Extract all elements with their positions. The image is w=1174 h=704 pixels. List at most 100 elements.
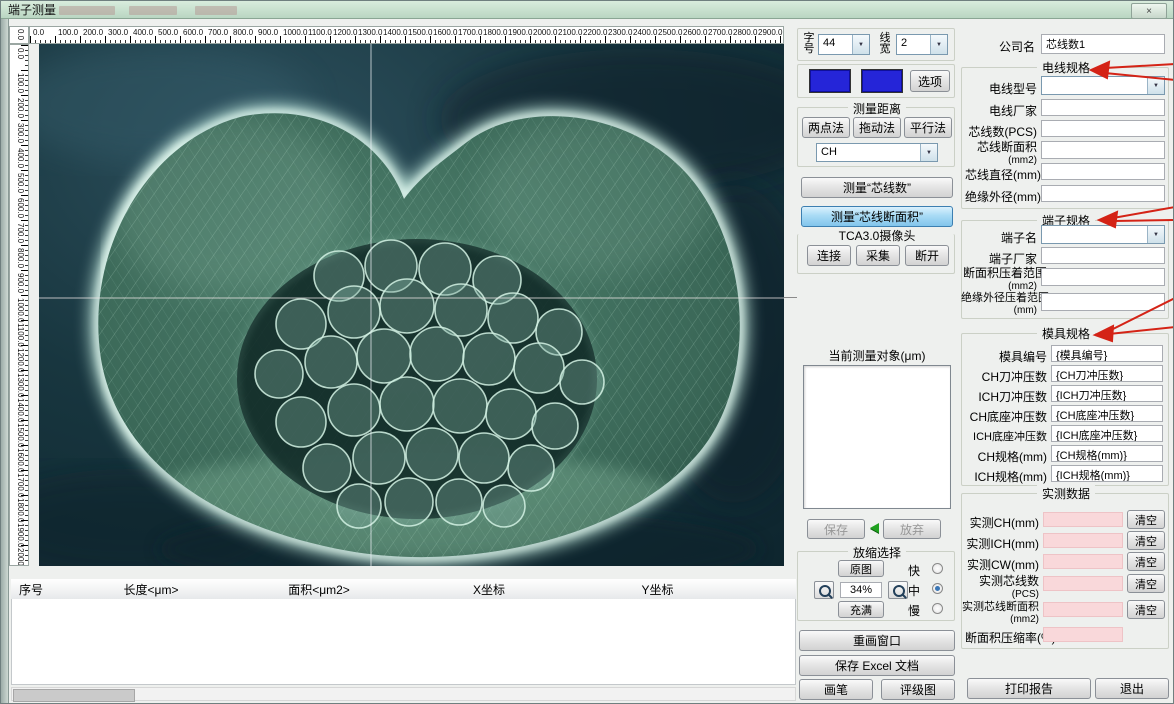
ich-blade-count-input[interactable]: {ICH刀冲压数}	[1051, 385, 1163, 402]
results-table-body[interactable]	[11, 599, 796, 685]
col-length[interactable]: 长度<μm>	[68, 579, 235, 600]
core-diameter-label: 芯线直径(mm)	[965, 168, 1041, 182]
core-count-input[interactable]	[1041, 120, 1165, 137]
left-ruler: 0.0100.0200.0300.0400.0500.0600.0700.080…	[9, 44, 29, 566]
terminal-maker-input[interactable]	[1041, 247, 1165, 264]
mold-spec-title: 模具规格	[1036, 325, 1096, 342]
clear-ich-button[interactable]: 清空	[1127, 531, 1165, 550]
camera-connect-button[interactable]: 连接	[807, 245, 851, 266]
color-swatch-1[interactable]	[809, 69, 851, 93]
titlebar-redacted	[195, 6, 237, 15]
zoom-group-title: 放缩选择	[847, 544, 907, 561]
core-diameter-input[interactable]	[1041, 163, 1165, 180]
window-frame-strip	[1, 19, 9, 703]
col-filler	[741, 579, 796, 600]
ch-blade-count-label: CH刀冲压数	[981, 370, 1047, 384]
measured-core-area-field[interactable]	[1043, 602, 1123, 617]
camera-disconnect-button[interactable]: 断开	[905, 245, 949, 266]
measure-core-area-button[interactable]: 测量“芯线断面积”	[801, 206, 953, 227]
options-button[interactable]: 选项	[910, 70, 950, 92]
measured-ch-field[interactable]	[1043, 512, 1123, 527]
measured-ch-label: 实测CH(mm)	[969, 516, 1039, 530]
clear-core-area-button[interactable]: 清空	[1127, 600, 1165, 619]
ch-spec-label: CH规格(mm)	[977, 450, 1047, 464]
measured-core-count-label: 实测芯线数 (PCS)	[978, 574, 1039, 600]
clear-ch-button[interactable]: 清空	[1127, 510, 1165, 529]
ich-base-count-input[interactable]: {ICH底座冲压数}	[1051, 425, 1163, 442]
zoom-group: 放缩选择 原图 34% 充满 快 中 慢	[797, 544, 955, 621]
two-point-method-button[interactable]: 两点法	[802, 117, 850, 138]
clear-cw-button[interactable]: 清空	[1127, 552, 1165, 571]
insulation-crimp-range-input[interactable]	[1041, 293, 1165, 311]
measured-ich-field[interactable]	[1043, 533, 1123, 548]
compression-ratio-field[interactable]	[1043, 627, 1123, 642]
crimp-area-range-input[interactable]	[1041, 268, 1165, 286]
zoom-out-button[interactable]	[888, 581, 908, 599]
close-icon: ×	[1146, 5, 1152, 17]
font-size-select[interactable]: 44 ▼	[818, 34, 870, 55]
redraw-window-button[interactable]: 重画窗口	[799, 630, 955, 651]
line-width-select[interactable]: 2 ▼	[896, 34, 948, 55]
wire-model-select[interactable]: ▼	[1041, 76, 1165, 95]
ch-blade-count-input[interactable]: {CH刀冲压数}	[1051, 365, 1163, 382]
terminal-name-label: 端子名	[1000, 231, 1037, 245]
measured-core-count-field[interactable]	[1043, 576, 1123, 591]
pen-button[interactable]: 画笔	[799, 679, 873, 700]
mold-number-label: 模具编号	[998, 350, 1047, 364]
camera-group: TCA3.0摄像头 连接 采集 断开	[797, 229, 955, 274]
ich-spec-label: ICH规格(mm)	[974, 470, 1047, 484]
col-area[interactable]: 面积<μm2>	[234, 579, 405, 600]
top-ruler: 0.0 100.0 200.0 300.0 400.0 500.0 600.0 700.0 80…	[29, 26, 784, 44]
close-button[interactable]: ×	[1131, 3, 1167, 19]
ch-base-count-label: CH底座冲压数	[969, 410, 1047, 424]
zoom-percent-value: 34%	[840, 582, 882, 598]
measured-data-title: 实测数据	[1036, 485, 1096, 502]
current-object-title: 当前测量对象(μm)	[828, 349, 926, 363]
mold-number-input[interactable]: {模具编号}	[1051, 345, 1163, 362]
rating-chart-button[interactable]: 评级图	[881, 679, 955, 700]
save-measure-button[interactable]: 保存	[807, 519, 865, 539]
save-excel-button[interactable]: 保存 Excel 文档	[799, 655, 955, 676]
terminal-measurement-window: 端子测量 × 0.0 0.0 100.0 200.0 300.0 400.0 500.0 6…	[0, 0, 1174, 704]
original-size-button[interactable]: 原图	[838, 560, 884, 577]
exit-button[interactable]: 退出	[1095, 678, 1169, 699]
chevron-down-icon: ▼	[1147, 226, 1164, 243]
fit-window-button[interactable]: 充满	[838, 601, 884, 618]
discard-measure-button[interactable]: 放弃	[883, 519, 941, 539]
crimp-cross-section-image	[1, 44, 839, 589]
speed-slow-radio[interactable]	[932, 603, 943, 614]
parallel-method-button[interactable]: 平行法	[904, 117, 952, 138]
speed-fast-label: 快	[908, 564, 921, 578]
insulation-od-input[interactable]	[1041, 185, 1165, 202]
company-input[interactable]	[1041, 34, 1165, 54]
current-object-listbox[interactable]	[803, 365, 951, 509]
measure-mode-select[interactable]: CH ▼	[816, 143, 938, 162]
table-hscrollbar[interactable]	[11, 687, 796, 702]
print-report-button[interactable]: 打印报告	[967, 678, 1091, 699]
color-swatch-2[interactable]	[861, 69, 903, 93]
speed-medium-radio[interactable]	[932, 583, 943, 594]
crosshair-extension	[784, 297, 797, 298]
measured-cw-field[interactable]	[1043, 554, 1123, 569]
col-y[interactable]: Y坐标	[574, 579, 742, 600]
zoom-in-button[interactable]	[814, 581, 834, 599]
speed-medium-label: 中	[908, 584, 921, 598]
speed-fast-radio[interactable]	[932, 563, 943, 574]
wire-maker-input[interactable]	[1041, 99, 1165, 116]
ich-spec-input[interactable]: {ICH规格(mm)}	[1051, 465, 1163, 482]
measured-ich-label: 实测ICH(mm)	[966, 537, 1039, 551]
ch-spec-input[interactable]: {CH规格(mm)}	[1051, 445, 1163, 462]
terminal-name-select[interactable]: ▼	[1041, 225, 1165, 244]
hscrollbar-thumb[interactable]	[13, 689, 135, 702]
drag-method-button[interactable]: 拖动法	[853, 117, 901, 138]
ch-base-count-input[interactable]: {CH底座冲压数}	[1051, 405, 1163, 422]
core-area-input[interactable]	[1041, 141, 1165, 159]
core-area-label: 芯线断面积 (mm2)	[976, 140, 1037, 166]
results-table-header: 序号 长度<μm> 面积<μm2> X坐标 Y坐标	[11, 579, 796, 600]
measure-core-count-button[interactable]: 测量“芯线数”	[801, 177, 953, 198]
clear-core-count-button[interactable]: 清空	[1127, 574, 1165, 593]
col-x[interactable]: X坐标	[404, 579, 575, 600]
microscope-image[interactable]	[1, 44, 839, 589]
camera-capture-button[interactable]: 采集	[856, 245, 900, 266]
chevron-down-icon: ▼	[852, 35, 869, 54]
